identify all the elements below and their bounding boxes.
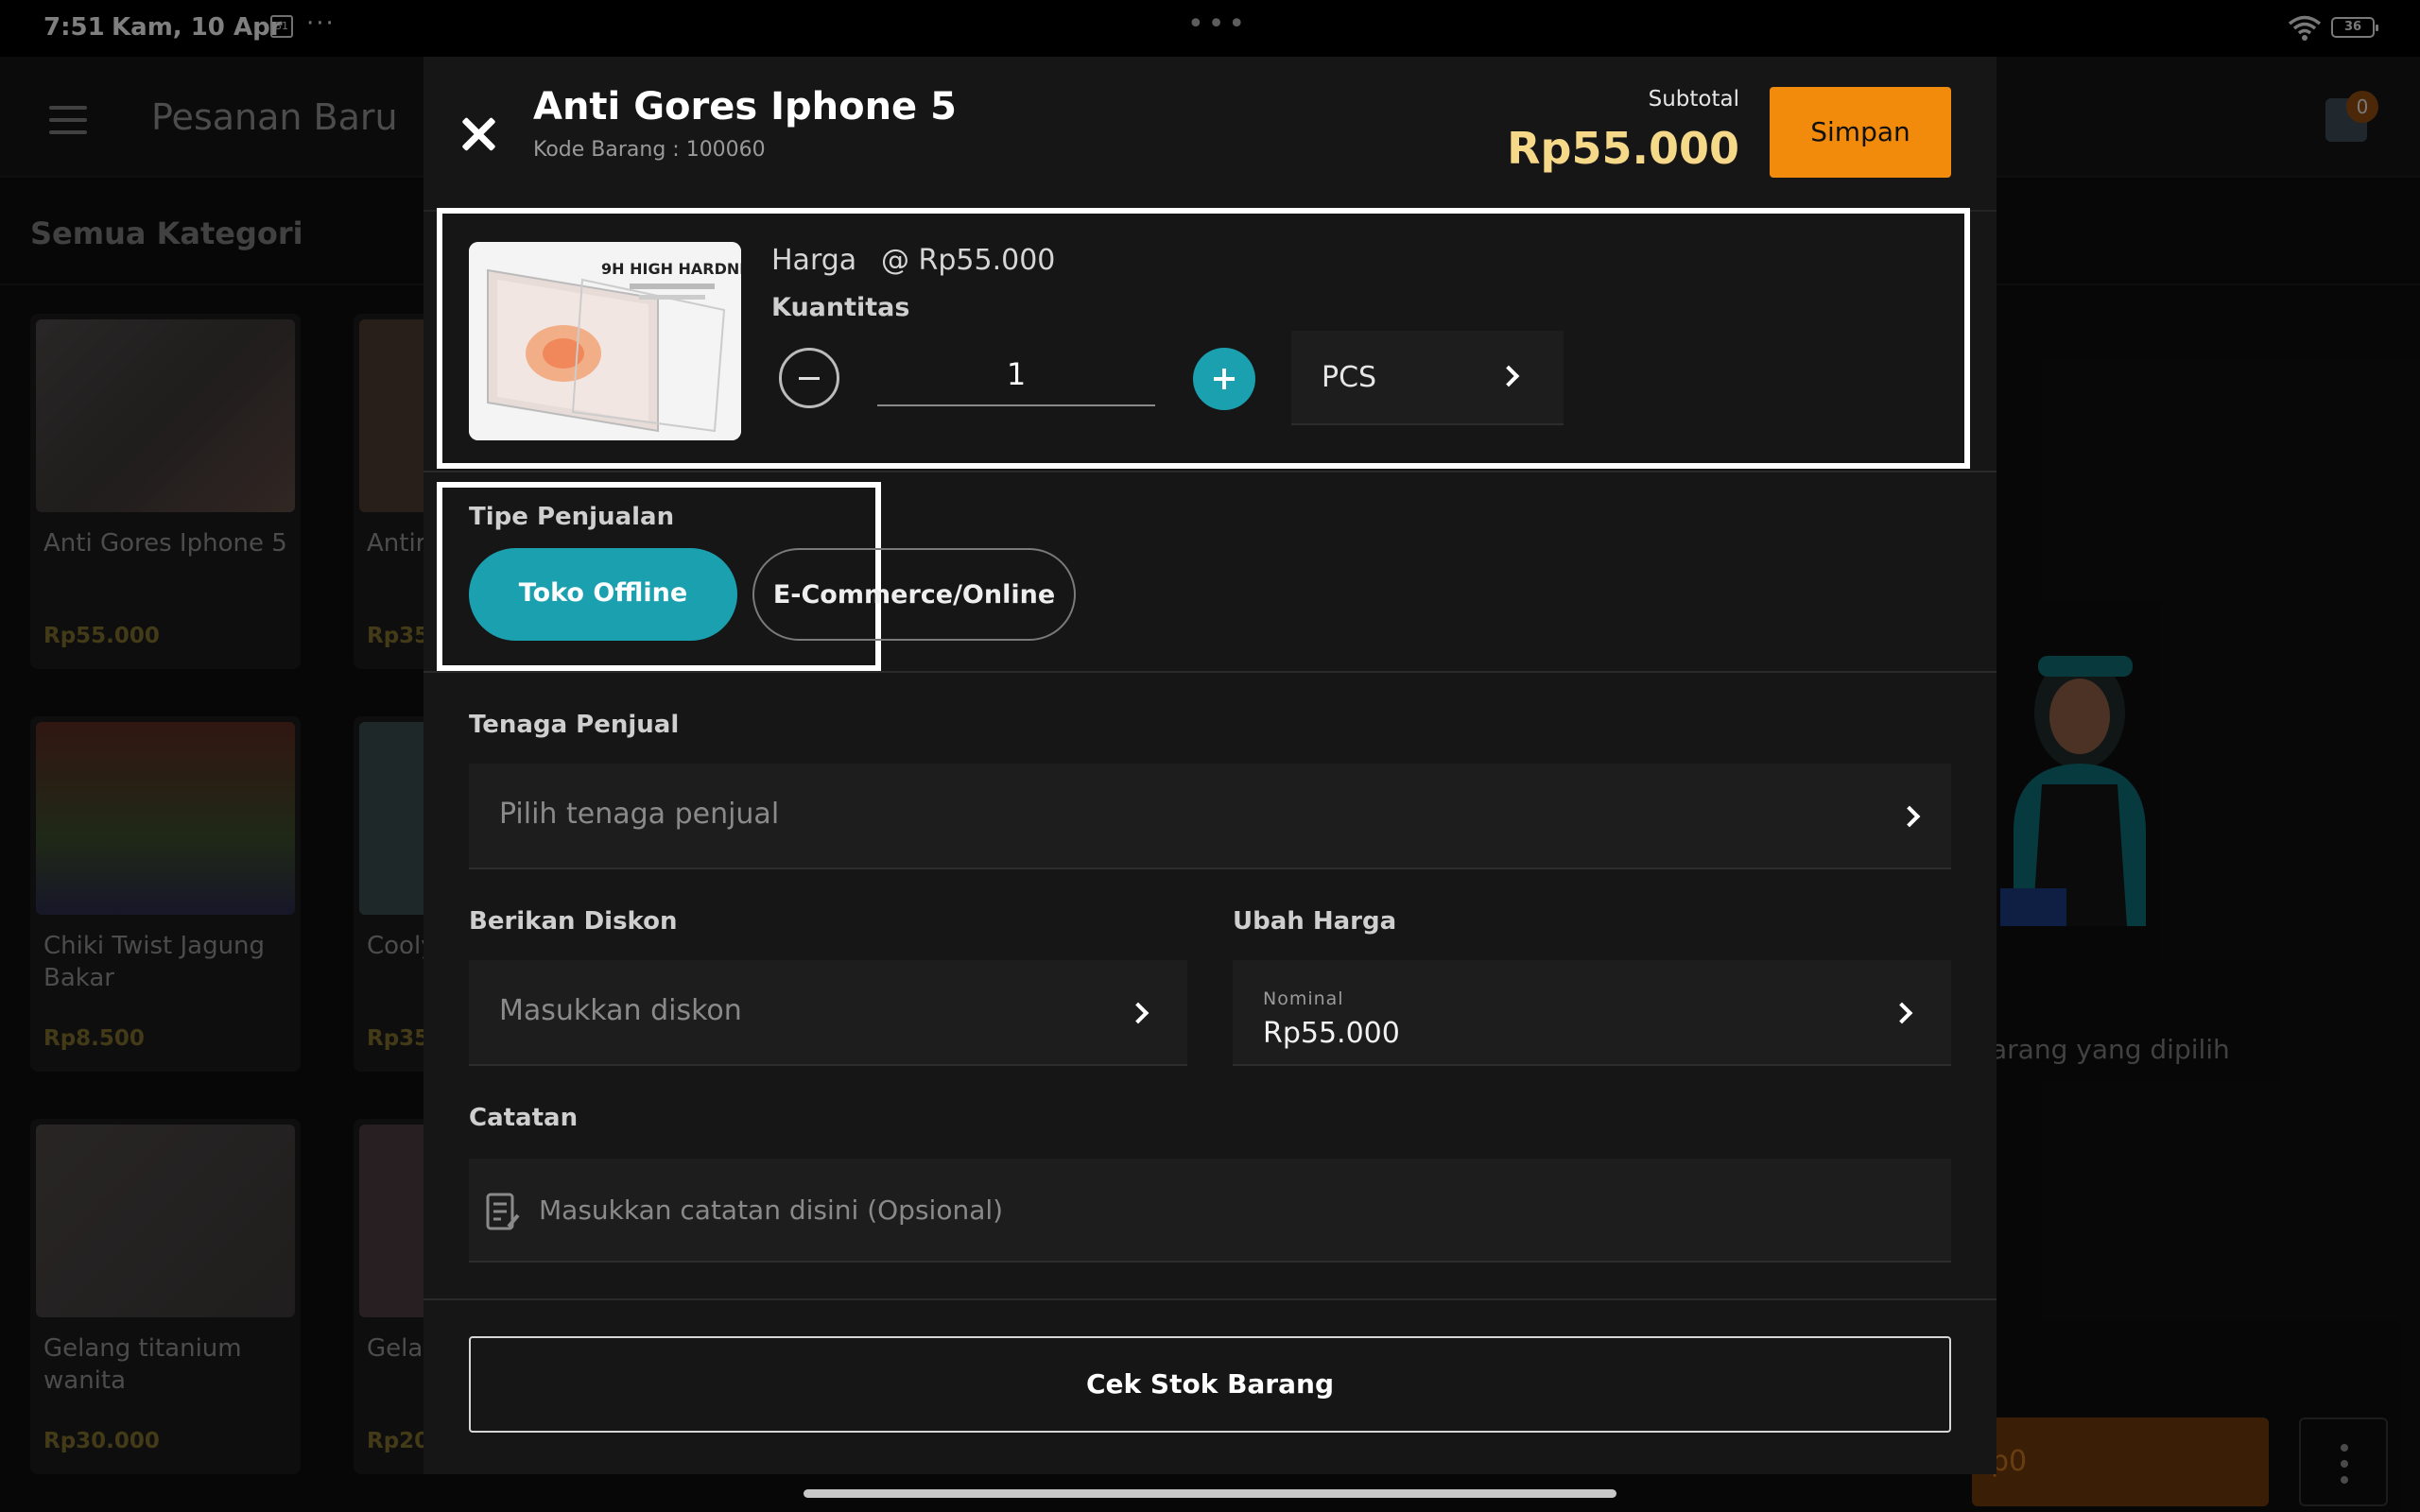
note-label: Catatan: [469, 1104, 579, 1132]
product-thumbnail: 9H HIGH HARDNESS: [469, 242, 741, 440]
product-thumbnail-image: 9H HIGH HARDNESS: [469, 242, 741, 440]
section-divider: [424, 471, 1996, 472]
edit-item-modal: Anti Gores Iphone 5 Kode Barang : 100060…: [424, 57, 1996, 1474]
note-icon: [486, 1193, 520, 1230]
salesperson-field[interactable]: Pilih tenaga penjual: [469, 764, 1951, 869]
unit-select[interactable]: PCS: [1291, 331, 1564, 425]
chevron-right-icon: [1497, 365, 1520, 387]
chevron-right-icon: [1891, 1002, 1913, 1024]
product-title: Anti Gores Iphone 5: [533, 85, 957, 129]
chevron-right-icon: [1127, 1002, 1150, 1024]
section-divider: [424, 671, 1996, 673]
discount-field[interactable]: Masukkan diskon: [469, 960, 1187, 1066]
decrease-quantity-button[interactable]: [779, 348, 839, 408]
change-price-label: Ubah Harga: [1233, 907, 1397, 936]
product-code: Kode Barang : 100060: [533, 138, 766, 162]
close-icon[interactable]: [456, 112, 501, 157]
sale-type-offline-chip[interactable]: Toko Offline: [469, 548, 737, 641]
subtotal-label: Subtotal: [1648, 87, 1739, 112]
check-stock-button[interactable]: Cek Stok Barang: [469, 1336, 1951, 1433]
salesperson-placeholder: Pilih tenaga penjual: [499, 798, 780, 831]
change-price-field[interactable]: Nominal Rp55.000: [1233, 960, 1951, 1066]
thumbnail-caption: 9H HIGH HARDNESS: [601, 260, 741, 278]
sale-type-online-chip[interactable]: E-Commerce/Online: [752, 548, 1076, 641]
unit-value: PCS: [1322, 361, 1377, 394]
increase-quantity-button[interactable]: [1193, 348, 1255, 410]
subtotal-value: Rp55.000: [1507, 123, 1739, 174]
change-price-caption: Nominal: [1263, 988, 1344, 1009]
modal-header: Anti Gores Iphone 5 Kode Barang : 100060…: [424, 57, 1996, 212]
price-label: Harga: [771, 244, 857, 277]
price-value: @ Rp55.000: [881, 244, 1056, 277]
change-price-value: Rp55.000: [1263, 1017, 1400, 1050]
sale-type-label: Tipe Penjualan: [469, 503, 675, 531]
note-placeholder: Masukkan catatan disini (Opsional): [539, 1194, 1004, 1226]
quantity-label: Kuantitas: [771, 293, 910, 322]
quantity-input[interactable]: 1: [877, 344, 1155, 406]
discount-placeholder: Masukkan diskon: [499, 994, 742, 1027]
salesperson-label: Tenaga Penjual: [469, 711, 680, 739]
home-indicator[interactable]: [804, 1489, 1616, 1498]
chevron-right-icon: [1898, 805, 1921, 828]
save-button[interactable]: Simpan: [1770, 87, 1951, 178]
discount-label: Berikan Diskon: [469, 907, 678, 936]
